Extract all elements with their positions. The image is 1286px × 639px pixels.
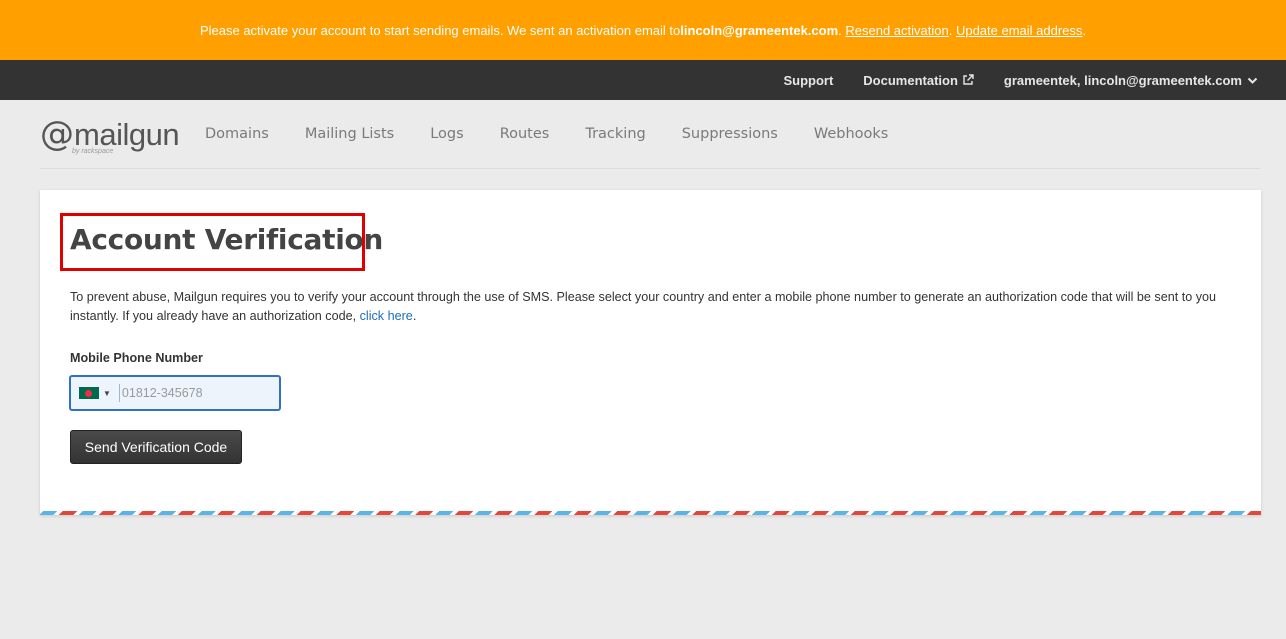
activation-banner: Please activate your account to start se…: [0, 0, 1286, 60]
resend-activation-link[interactable]: Resend activation: [845, 23, 948, 38]
caret-down-icon[interactable]: ▼: [103, 389, 111, 398]
nav-webhooks[interactable]: Webhooks: [814, 126, 889, 142]
banner-end: .: [1082, 22, 1087, 38]
account-menu[interactable]: grameentek, lincoln@grameentek.com: [1004, 73, 1258, 88]
nav-mailing-lists[interactable]: Mailing Lists: [305, 126, 394, 142]
description-text: To prevent abuse, Mailgun requires you t…: [70, 290, 1217, 323]
nav-logs[interactable]: Logs: [430, 126, 463, 142]
bangladesh-flag-icon[interactable]: [79, 387, 99, 399]
account-label: grameentek, lincoln@grameentek.com: [1003, 72, 1242, 88]
phone-field: ▼: [69, 375, 281, 411]
main-nav: @ mailgun by rackspace Domains Mailing L…: [40, 100, 1260, 169]
description-end: .: [412, 309, 417, 323]
page-title: Account Verification: [70, 223, 384, 256]
logo-byline: by rackspace: [72, 148, 114, 155]
send-verification-button[interactable]: Send Verification Code: [70, 430, 242, 464]
banner-text: Please activate your account to start se…: [199, 22, 681, 38]
update-email-link[interactable]: Update email address: [956, 23, 1082, 38]
input-cursor: [118, 384, 120, 402]
banner-sep2: .: [948, 22, 956, 38]
chevron-down-icon: [1247, 77, 1258, 84]
support-link[interactable]: Support: [783, 73, 833, 88]
documentation-link[interactable]: Documentation: [863, 73, 974, 88]
logo-word: mailgun: [74, 116, 180, 152]
click-here-link[interactable]: click here: [360, 309, 413, 323]
documentation-label: Documentation: [863, 72, 958, 88]
logo-at: @: [40, 114, 74, 154]
phone-label: Mobile Phone Number: [70, 351, 203, 365]
airmail-stripe: [40, 511, 1261, 515]
banner-email: lincoln@grameentek.com: [680, 22, 839, 38]
nav-domains[interactable]: Domains: [205, 126, 269, 142]
external-link-icon: [963, 74, 974, 85]
mailgun-logo[interactable]: @ mailgun by rackspace: [40, 114, 205, 155]
top-bar: Support Documentation grameentek, lincol…: [0, 60, 1286, 100]
nav-suppressions[interactable]: Suppressions: [682, 126, 778, 142]
description: To prevent abuse, Mailgun requires you t…: [70, 288, 1240, 326]
nav-routes[interactable]: Routes: [500, 126, 550, 142]
phone-input[interactable]: [121, 386, 272, 400]
nav-tracking[interactable]: Tracking: [585, 126, 645, 142]
nav-links: Domains Mailing Lists Logs Routes Tracki…: [205, 126, 924, 142]
banner-sep1: .: [838, 22, 846, 38]
verification-card: Account Verification To prevent abuse, M…: [40, 190, 1261, 515]
